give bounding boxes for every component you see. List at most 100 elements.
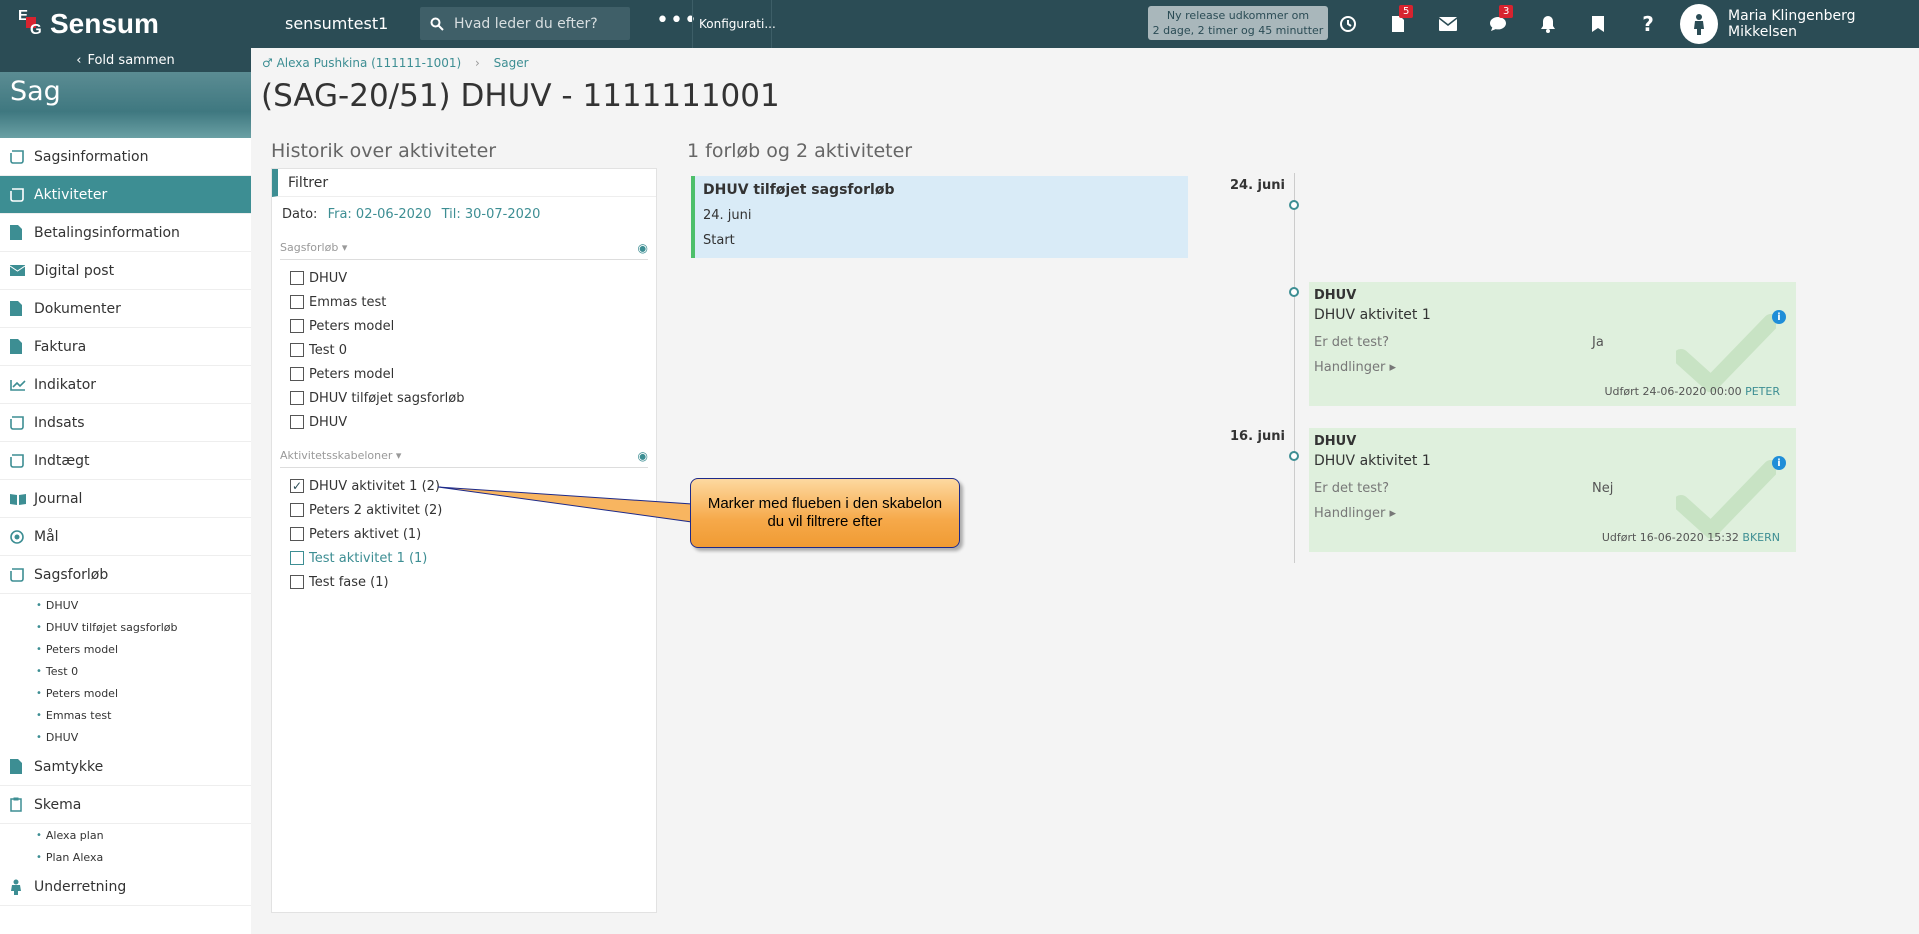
checkbox[interactable] bbox=[290, 391, 304, 405]
sagsforlob-checkbox[interactable]: Emmas test bbox=[272, 290, 656, 314]
filter-header[interactable]: Filtrer bbox=[272, 169, 656, 197]
book-icon bbox=[10, 493, 34, 505]
sagsforlob-section-header[interactable]: Sagsforløb ▾ ◉ bbox=[280, 236, 648, 260]
checkbox[interactable] bbox=[290, 295, 304, 309]
user-menu[interactable]: Maria Klingenberg Mikkelsen bbox=[1680, 0, 1919, 48]
checkbox[interactable] bbox=[290, 271, 304, 285]
question-icon: ? bbox=[1642, 12, 1654, 36]
sidebar-item-dokumenter[interactable]: Dokumenter bbox=[0, 290, 251, 328]
breadcrumb-section[interactable]: Sager bbox=[494, 56, 529, 70]
invoice-icon bbox=[10, 225, 34, 240]
sidebar-subitem-sagsforlob[interactable]: DHUV tilføjet sagsforløb bbox=[0, 616, 251, 638]
timeline-dot bbox=[1289, 287, 1299, 297]
activity-user[interactable]: PETER bbox=[1745, 385, 1780, 398]
sidebar-item-faktura[interactable]: Faktura bbox=[0, 328, 251, 366]
checkbox-label: Emmas test bbox=[309, 294, 387, 310]
skabelon-checkbox[interactable]: Test fase (1) bbox=[272, 570, 656, 594]
skabelon-checkbox[interactable]: Peters aktivet (1) bbox=[272, 522, 656, 546]
sidebar-item-label: Mål bbox=[34, 528, 59, 545]
sagsforlob-checkbox[interactable]: Peters model bbox=[272, 314, 656, 338]
sidebar-item-betalingsinformation[interactable]: Betalingsinformation bbox=[0, 214, 251, 252]
notifications-button[interactable] bbox=[1523, 0, 1573, 48]
sidebar-subitem-sagsforlob[interactable]: DHUV bbox=[0, 726, 251, 748]
help-button[interactable]: ? bbox=[1623, 0, 1673, 48]
app-logo[interactable]: EG Sensum bbox=[18, 6, 159, 42]
checkbox-label: DHUV aktivitet 1 (2) bbox=[309, 478, 440, 494]
sidebar-subitem-sagsforlob[interactable]: Peters model bbox=[0, 682, 251, 704]
checkbox[interactable] bbox=[290, 527, 304, 541]
sidebar-item-indsats[interactable]: Indsats bbox=[0, 404, 251, 442]
sidebar-subitem-sagsforlob[interactable]: Test 0 bbox=[0, 660, 251, 682]
skabelon-checkbox[interactable]: Test aktivitet 1 (1) bbox=[272, 546, 656, 570]
sidebar-item-underretning[interactable]: Underretning bbox=[0, 868, 251, 906]
search-input[interactable]: Hvad leder du efter? bbox=[420, 7, 630, 40]
forlob-card[interactable]: DHUV tilføjet sagsforløb 24. juni Start bbox=[691, 176, 1188, 258]
sidebar-item-journal[interactable]: Journal bbox=[0, 480, 251, 518]
checkbox[interactable] bbox=[290, 343, 304, 357]
sidebar-item-aktiviteter[interactable]: Aktiviteter bbox=[0, 176, 251, 214]
sagsforlob-checkbox[interactable]: DHUV bbox=[272, 410, 656, 434]
skabelon-checkbox[interactable]: DHUV aktivitet 1 (2) bbox=[272, 474, 656, 498]
sidebar-subitem-skema[interactable]: Plan Alexa bbox=[0, 846, 251, 868]
checkbox-label: Peters aktivet (1) bbox=[309, 526, 422, 542]
caret-right-icon: ▸ bbox=[1389, 360, 1396, 375]
sidebar-item-skema[interactable]: Skema bbox=[0, 786, 251, 824]
sidebar-item-sagsinformation[interactable]: Sagsinformation bbox=[0, 138, 251, 176]
skabeloner-section-header[interactable]: Aktivitetsskabeloner ▾ ◉ bbox=[280, 444, 648, 468]
date-from[interactable]: Fra: 02-06-2020 bbox=[328, 207, 432, 222]
fold-button[interactable]: ‹ Fold sammen bbox=[0, 48, 251, 72]
sagsforlob-checkbox[interactable]: Peters model bbox=[272, 362, 656, 386]
sidebar-item-sagsforlob[interactable]: Sagsforløb bbox=[0, 556, 251, 594]
checkbox-checked[interactable] bbox=[290, 479, 304, 493]
invoice-icon bbox=[10, 339, 34, 354]
activity-answer: Nej bbox=[1592, 481, 1614, 496]
forlob-title: DHUV tilføjet sagsforløb bbox=[703, 182, 895, 198]
banner-title: Sag bbox=[10, 76, 61, 107]
sidebar-item-digital-post[interactable]: Digital post bbox=[0, 252, 251, 290]
date-to[interactable]: Til: 30-07-2020 bbox=[442, 207, 541, 222]
chat-button[interactable]: 3 bbox=[1473, 0, 1523, 48]
sidebar-subitem-sagsforlob[interactable]: Emmas test bbox=[0, 704, 251, 726]
sagsforlob-checkbox[interactable]: Test 0 bbox=[272, 338, 656, 362]
activity-user[interactable]: BKERN bbox=[1742, 531, 1780, 544]
sidebar-subitem-sagsforlob[interactable]: DHUV bbox=[0, 594, 251, 616]
checkbox[interactable] bbox=[290, 415, 304, 429]
sidebar-item-samtykke[interactable]: Samtykke bbox=[0, 748, 251, 786]
sidebar-item-indikator[interactable]: Indikator bbox=[0, 366, 251, 404]
main-content: ♂ Alexa Pushkina (111111-1001) › Sager (… bbox=[251, 48, 1919, 934]
sidebar-item-label: Faktura bbox=[34, 338, 87, 355]
eye-icon[interactable]: ◉ bbox=[638, 241, 648, 255]
checkbox[interactable] bbox=[290, 319, 304, 333]
timeline-dot bbox=[1289, 451, 1299, 461]
sidebar-subitem-skema[interactable]: Alexa plan bbox=[0, 824, 251, 846]
sagsforlob-checkbox[interactable]: DHUV tilføjet sagsforløb bbox=[272, 386, 656, 410]
sagsforlob-checkbox[interactable]: DHUV bbox=[272, 266, 656, 290]
sidebar-subitem-sagsforlob[interactable]: Peters model bbox=[0, 638, 251, 660]
checkbox[interactable] bbox=[290, 503, 304, 517]
page-title: (SAG-20/51) DHUV - 1111111001 bbox=[261, 78, 780, 114]
checkbox[interactable] bbox=[290, 551, 304, 565]
eye-icon[interactable]: ◉ bbox=[638, 449, 648, 463]
checkbox[interactable] bbox=[290, 367, 304, 381]
info-icon[interactable]: i bbox=[1772, 456, 1786, 470]
tenant-name[interactable]: sensumtest1 bbox=[285, 14, 388, 33]
info-icon[interactable]: i bbox=[1772, 310, 1786, 324]
breadcrumb-person[interactable]: Alexa Pushkina (111111-1001) bbox=[277, 56, 462, 70]
skabelon-checkbox[interactable]: Peters 2 aktivitet (2) bbox=[272, 498, 656, 522]
date-label: Dato: bbox=[282, 207, 318, 222]
mail-button[interactable] bbox=[1423, 0, 1473, 48]
checkbox[interactable] bbox=[290, 575, 304, 589]
checkbox-label: DHUV bbox=[309, 270, 348, 286]
sidebar-item-label: Aktiviteter bbox=[34, 186, 108, 203]
breadcrumb: ♂ Alexa Pushkina (111111-1001) › Sager bbox=[262, 56, 529, 70]
bookmarks-button[interactable] bbox=[1573, 0, 1623, 48]
sidebar-item-indtaegt[interactable]: Indtægt bbox=[0, 442, 251, 480]
activity-card[interactable]: DHUV DHUV aktivitet 1 i Er det test? Nej … bbox=[1309, 428, 1796, 552]
tasks-button[interactable]: 5 bbox=[1373, 0, 1423, 48]
link-icon: ♂ bbox=[262, 56, 273, 70]
sagsforlob-header-label: Sagsforløb bbox=[280, 241, 339, 254]
clock-button[interactable] bbox=[1323, 0, 1373, 48]
sidebar-item-maal[interactable]: Mål bbox=[0, 518, 251, 556]
configuration-menu[interactable]: Konfigurati... bbox=[692, 0, 776, 48]
activity-card[interactable]: DHUV DHUV aktivitet 1 i Er det test? Ja H… bbox=[1309, 282, 1796, 406]
